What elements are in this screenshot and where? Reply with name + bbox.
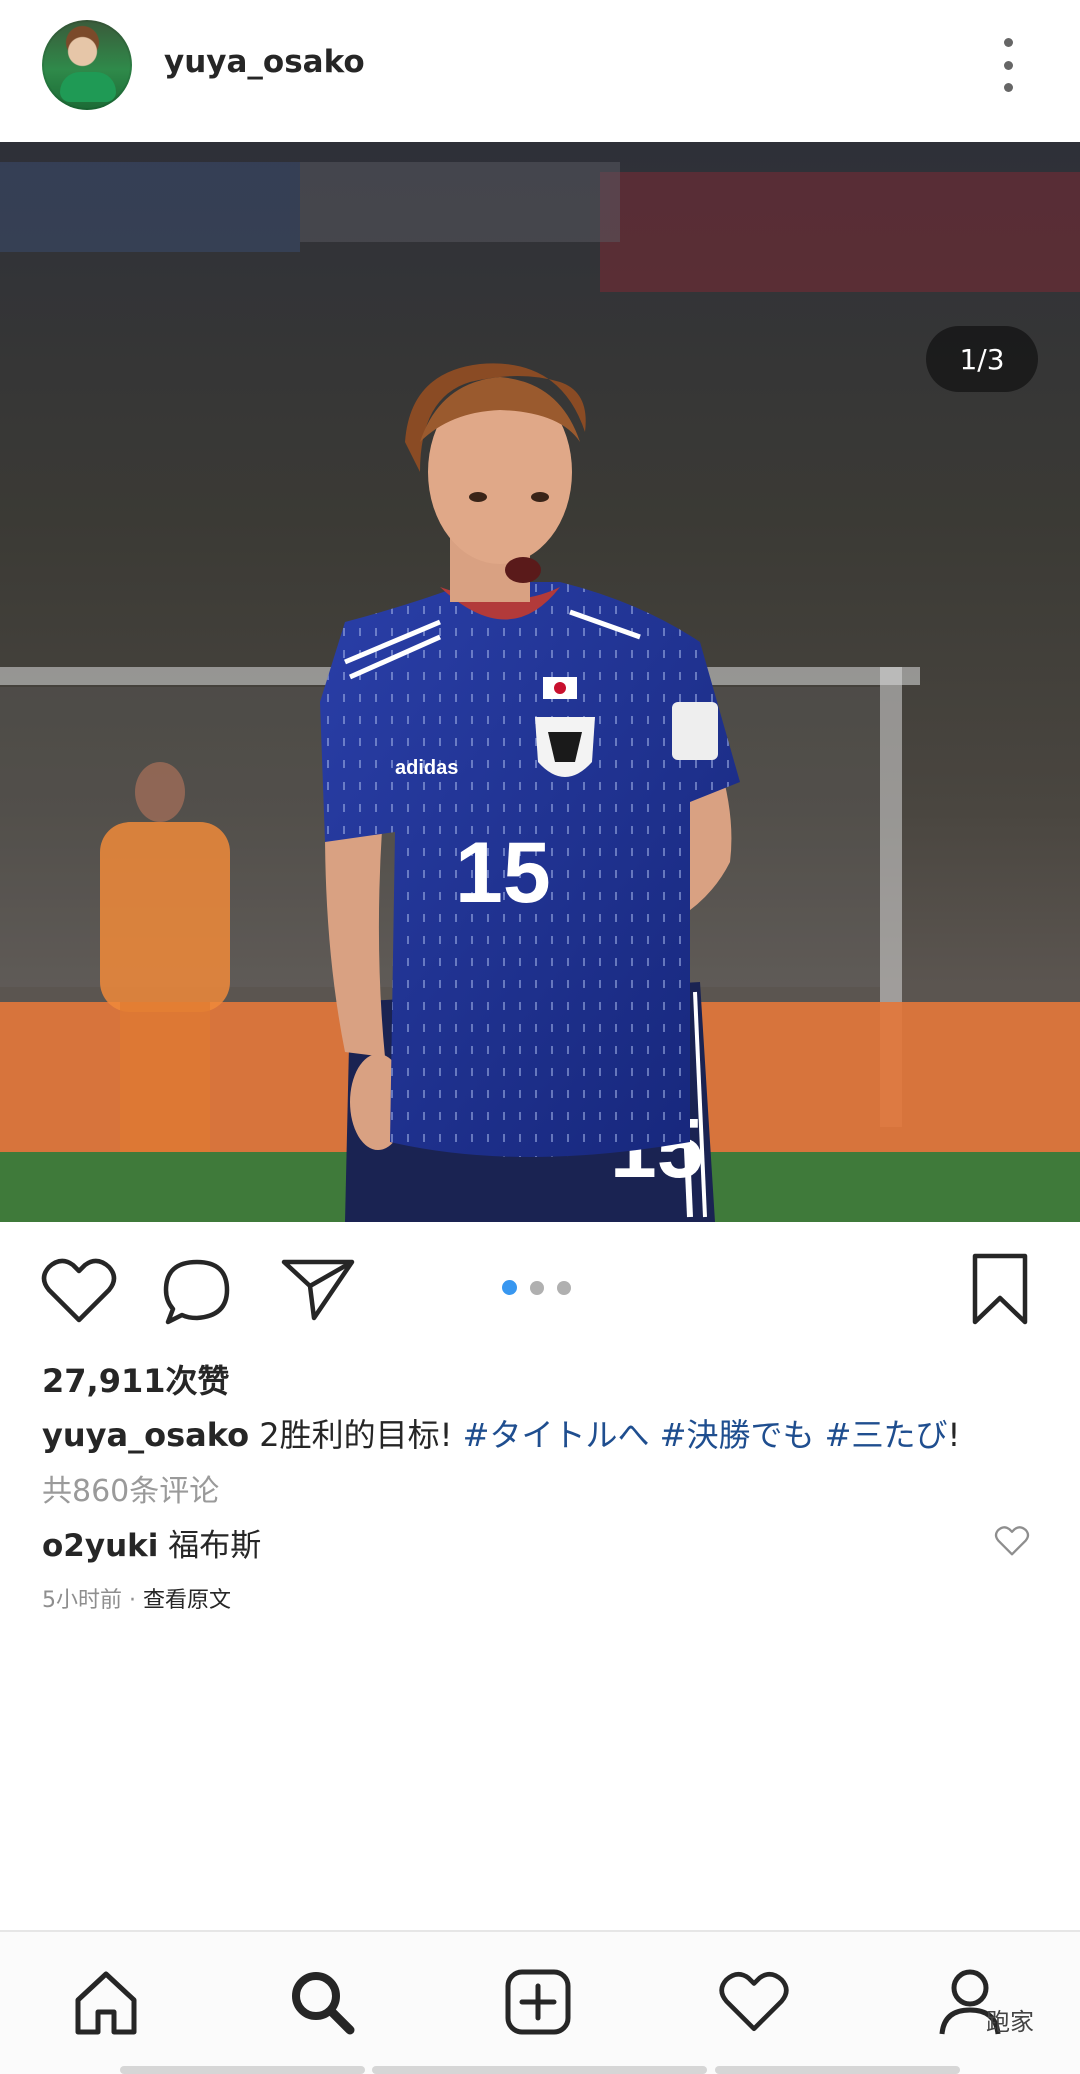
scroll-strip bbox=[120, 2066, 365, 2074]
home-icon[interactable] bbox=[70, 1966, 142, 2038]
scroll-strip bbox=[715, 2066, 960, 2074]
carousel-indicator bbox=[502, 1280, 571, 1295]
post-screen: yuya_osako 15 adidas 15 1/3 27,911次赞 yuy… bbox=[0, 0, 1080, 2074]
image-counter: 1/3 bbox=[926, 326, 1038, 392]
comment-like-icon[interactable] bbox=[994, 1525, 1030, 1557]
post-time: 5小时前 bbox=[42, 1588, 122, 1613]
more-dot bbox=[1003, 83, 1013, 92]
add-post-icon[interactable] bbox=[502, 1966, 574, 2038]
profile-avatar[interactable] bbox=[42, 20, 132, 110]
comment-bubble-icon[interactable] bbox=[160, 1256, 234, 1328]
search-icon[interactable] bbox=[286, 1966, 358, 2038]
bookmark-icon[interactable] bbox=[970, 1252, 1030, 1326]
meta-separator: · bbox=[129, 1588, 136, 1613]
hashtag[interactable]: #決勝でも bbox=[660, 1416, 815, 1454]
post-username[interactable]: yuya_osako bbox=[164, 44, 365, 80]
carousel-dot-active bbox=[502, 1280, 517, 1295]
hashtag[interactable]: #三たび bbox=[825, 1416, 948, 1454]
comment-text: 福布斯 bbox=[168, 1528, 262, 1564]
svg-text:adidas: adidas bbox=[395, 757, 458, 779]
paper-plane-icon[interactable] bbox=[280, 1256, 356, 1322]
more-dot bbox=[1003, 60, 1013, 70]
comment-item: o2yuki 福布斯 bbox=[42, 1520, 261, 1565]
activity-heart-icon[interactable] bbox=[718, 1966, 790, 2038]
heart-icon[interactable] bbox=[40, 1256, 118, 1326]
bottom-navigation: 跑家 bbox=[0, 1930, 1080, 2074]
hashtag[interactable]: #タイトルへ bbox=[463, 1416, 650, 1454]
view-all-comments-link[interactable]: 共860条评论 bbox=[42, 1466, 219, 1510]
post-photo[interactable]: 15 adidas 15 1/3 bbox=[0, 142, 1080, 1222]
svg-text:15: 15 bbox=[455, 825, 551, 921]
carousel-dot bbox=[557, 1280, 571, 1295]
post-header: yuya_osako bbox=[0, 0, 1080, 142]
more-vertical-icon bbox=[1003, 38, 1013, 47]
scroll-strip bbox=[372, 2066, 707, 2074]
player-photo-illustration: 15 adidas 15 bbox=[0, 142, 1080, 1222]
comment-username[interactable]: o2yuki bbox=[42, 1528, 158, 1564]
caption-end: ! bbox=[947, 1416, 961, 1454]
more-options-button[interactable] bbox=[990, 38, 1026, 92]
see-original-link[interactable]: 查看原文 bbox=[143, 1588, 231, 1613]
caption-username[interactable]: yuya_osako bbox=[42, 1416, 249, 1454]
caption-text: 2胜利的目标! bbox=[259, 1416, 453, 1454]
watermark: 跑家 bbox=[986, 2008, 1034, 2036]
like-count[interactable]: 27,911次赞 bbox=[42, 1356, 230, 1402]
carousel-dot bbox=[530, 1280, 544, 1295]
post-meta: 5小时前 · 查看原文 bbox=[42, 1582, 231, 1614]
post-caption: yuya_osako 2胜利的目标! #タイトルへ #決勝でも #三たび! bbox=[42, 1410, 960, 1456]
